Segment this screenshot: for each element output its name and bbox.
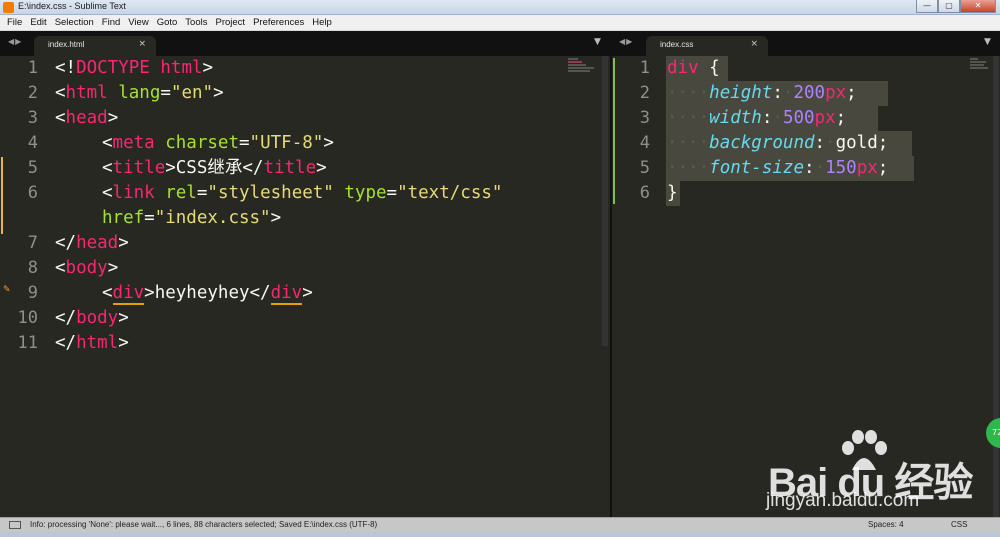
code-line: } <box>667 183 678 203</box>
code-line: </body> <box>55 308 129 328</box>
code-line: <head> <box>55 108 119 128</box>
code-line: <div>heyheyhey</div> <box>102 283 313 305</box>
line-number: 1 <box>639 58 650 78</box>
code-line: <title>CSS继承</title> <box>102 158 327 178</box>
minimize-icon[interactable]: — <box>916 0 938 13</box>
indentation-setting[interactable]: Spaces: 4 <box>868 520 904 529</box>
menu-view[interactable]: View <box>124 17 152 28</box>
line-number: 4 <box>639 133 650 153</box>
tab-dropdown-icon[interactable]: ▼ <box>594 37 601 47</box>
line-number: 6 <box>27 183 38 203</box>
code-line: <link rel="stylesheet" type="text/css" <box>102 183 503 203</box>
tab-nav-arrows-icon[interactable]: ◀▶ <box>8 37 22 46</box>
tab-dropdown-icon[interactable]: ▼ <box>984 37 991 47</box>
menu-edit[interactable]: Edit <box>26 17 50 28</box>
right-tab-bar: ◀▶ index.css × ▼ <box>612 31 1000 56</box>
code-line: </html> <box>55 333 129 353</box>
line-number-gutter: 1 2 3 4 5 6 7 8 9 10 11 <box>0 56 38 517</box>
status-message: Info: processing 'None': please wait...,… <box>30 520 378 529</box>
menu-preferences[interactable]: Preferences <box>249 17 308 28</box>
line-number-gutter: 1 2 3 4 5 6 <box>612 56 650 517</box>
left-tab-bar: ◀▶ index.html × ▼ <box>0 31 610 56</box>
line-number: 2 <box>639 83 650 103</box>
code-line: href="index.css"> <box>102 208 282 228</box>
tab-index-css[interactable]: index.css × <box>646 36 768 56</box>
menu-help[interactable]: Help <box>308 17 336 28</box>
tab-nav-arrows-icon[interactable]: ◀▶ <box>619 37 633 46</box>
html-editor-pane[interactable]: ✎ 1 2 3 4 5 6 7 8 9 10 11 <!DOCTYPE html… <box>0 56 610 517</box>
code-line: ····width:·500px; <box>667 108 847 128</box>
code-line: <body> <box>55 258 119 278</box>
vertical-scrollbar[interactable] <box>602 56 608 346</box>
window-title: E:\index.css - Sublime Text <box>18 1 126 11</box>
close-window-icon[interactable]: ✕ <box>960 0 996 13</box>
baidu-watermark: Bai du 经验 jingyan.baidu.com <box>760 430 1000 520</box>
watermark-site: jingyan.baidu.com <box>766 490 920 511</box>
tab-label: index.html <box>48 40 85 49</box>
line-number: 1 <box>27 58 38 78</box>
panel-toggle-icon[interactable] <box>9 521 21 529</box>
code-line: ····background:·gold; <box>667 133 889 153</box>
window-controls: — ▢ ✕ <box>916 0 996 14</box>
code-line: div { <box>667 58 720 78</box>
menu-file[interactable]: File <box>3 17 26 28</box>
code-line: <html lang="en"> <box>55 83 224 103</box>
line-number: 6 <box>639 183 650 203</box>
title-bar: E:\index.css - Sublime Text — ▢ ✕ <box>0 0 1000 15</box>
code-line: ····font-size:·150px; <box>667 158 889 178</box>
minimap[interactable] <box>568 58 598 80</box>
menu-bar: File Edit Selection Find View Goto Tools… <box>0 15 1000 31</box>
line-number: 5 <box>639 158 650 178</box>
line-number: 10 <box>17 308 38 328</box>
line-number: 7 <box>27 233 38 253</box>
line-number: 4 <box>27 133 38 153</box>
tab-label: index.css <box>660 40 694 49</box>
sublime-app-icon <box>3 2 14 13</box>
menu-tools[interactable]: Tools <box>181 17 211 28</box>
line-number: 3 <box>639 108 650 128</box>
syntax-setting[interactable]: CSS <box>951 520 967 529</box>
code-line: <!DOCTYPE html> <box>55 58 214 78</box>
line-number: 8 <box>27 258 38 278</box>
os-taskbar <box>0 532 1000 537</box>
line-number: 3 <box>27 108 38 128</box>
status-bar: Info: processing 'None': please wait...,… <box>0 517 1000 532</box>
code-line: </head> <box>55 233 129 253</box>
line-number: 9 <box>27 283 38 303</box>
code-line: <meta charset="UTF-8"> <box>102 133 334 153</box>
menu-find[interactable]: Find <box>98 17 124 28</box>
tab-close-icon[interactable]: × <box>750 39 758 49</box>
menu-goto[interactable]: Goto <box>153 17 182 28</box>
tab-close-icon[interactable]: × <box>138 39 146 49</box>
tab-index-html[interactable]: index.html × <box>34 36 156 56</box>
menu-project[interactable]: Project <box>211 17 249 28</box>
code-line: ····height:·200px; <box>667 83 857 103</box>
menu-selection[interactable]: Selection <box>51 17 98 28</box>
line-number: 2 <box>27 83 38 103</box>
line-number: 11 <box>17 333 38 353</box>
maximize-icon[interactable]: ▢ <box>938 0 960 13</box>
line-number: 5 <box>27 158 38 178</box>
